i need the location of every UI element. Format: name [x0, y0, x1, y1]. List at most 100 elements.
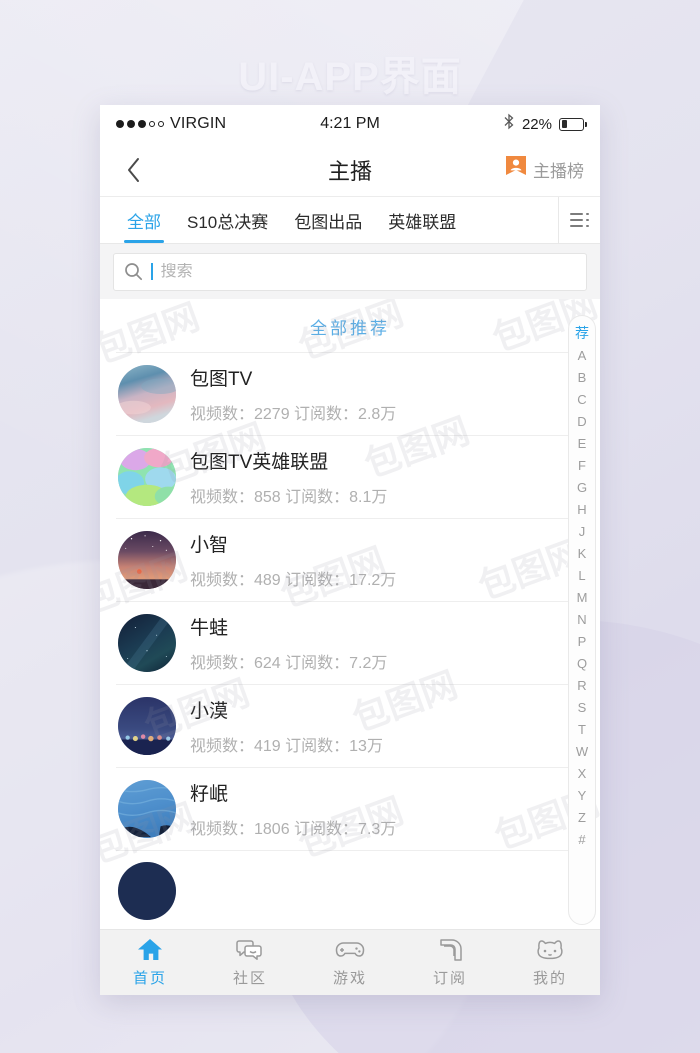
status-bar-time: 4:21 PM: [320, 115, 380, 132]
section-title-all-recommended: 全部推荐: [310, 319, 390, 338]
bluetooth-icon: [503, 113, 515, 135]
index-letter-q[interactable]: Q: [577, 652, 587, 674]
anchor-name: 牛蛙: [190, 618, 229, 639]
bottom-tab-subscriptions[interactable]: 订阅: [400, 937, 500, 988]
avatar: [118, 697, 176, 755]
index-letter-s[interactable]: S: [578, 696, 587, 718]
phone-mockup: VIRGIN 4:21 PM 22% 主播 主播榜 全部 S10总决赛 包图出品…: [100, 105, 600, 995]
list-item[interactable]: 牛蛙 视频数：624 订阅数：7.2万: [116, 601, 584, 684]
anchor-rank-button[interactable]: 主播榜: [505, 155, 584, 184]
list-item[interactable]: [116, 850, 584, 929]
list-item-info: 小智 视频数：489 订阅数：17.2万: [190, 530, 584, 590]
list-item[interactable]: 包图TV英雄联盟 视频数：858 订阅数：8.1万: [116, 435, 584, 518]
index-letter-r[interactable]: R: [577, 674, 586, 696]
gamepad-icon: [335, 937, 365, 963]
search-input[interactable]: [160, 262, 576, 281]
chat-bubbles-icon: [236, 937, 264, 963]
tab-league-of-legends[interactable]: 英雄联盟: [375, 197, 469, 243]
list-item-info: 包图TV 视频数：2279 订阅数：2.8万: [190, 364, 584, 424]
category-tab-bar: 全部 S10总决赛 包图出品 英雄联盟: [100, 197, 600, 244]
bottom-tab-games[interactable]: 游戏: [300, 937, 400, 988]
anchor-name: [190, 867, 584, 889]
list-item-info: 小漠 视频数：419 订阅数：13万: [190, 696, 584, 756]
anchor-name: 包图TV: [190, 369, 253, 390]
tab-baotu-production[interactable]: 包图出品: [281, 197, 375, 243]
search-text-caret: [151, 263, 153, 280]
anchor-name: 籽岷: [190, 784, 229, 805]
cat-face-icon: [535, 937, 565, 963]
list-item-info: [190, 867, 584, 916]
nav-bar: 主播 主播榜: [100, 143, 600, 197]
anchor-stats: 视频数：2279 订阅数：2.8万: [190, 406, 397, 423]
index-letter-hash[interactable]: #: [578, 828, 585, 850]
carrier-name: VIRGIN: [170, 115, 227, 132]
chevron-left-icon: [127, 157, 139, 182]
index-letter-t[interactable]: T: [578, 718, 586, 740]
status-bar-left: VIRGIN: [116, 115, 320, 133]
index-letter-p[interactable]: P: [578, 630, 587, 652]
index-letter-j[interactable]: J: [579, 520, 586, 542]
list-item[interactable]: 小智 视频数：489 订阅数：17.2万: [116, 518, 584, 601]
index-letter-x[interactable]: X: [578, 762, 587, 784]
avatar-image-night-city: [118, 697, 176, 755]
avatar: [118, 862, 176, 920]
bottom-tab-community[interactable]: 社区: [200, 937, 300, 988]
anchor-stats: 视频数：489 订阅数：17.2万: [190, 572, 397, 589]
anchor-name: 包图TV英雄联盟: [190, 452, 329, 473]
index-letter-g[interactable]: G: [577, 476, 587, 498]
index-letter-b[interactable]: B: [578, 366, 587, 388]
bottom-tab-profile[interactable]: 我的: [500, 937, 600, 988]
list-menu-icon: [570, 212, 589, 228]
index-letter-z[interactable]: Z: [578, 806, 586, 828]
search-bar: [100, 244, 600, 299]
index-letter-recommend[interactable]: 荐: [575, 321, 589, 344]
anchor-name: 小漠: [190, 701, 229, 722]
index-letter-d[interactable]: D: [577, 410, 586, 432]
anchor-rank-label: 主播榜: [533, 162, 584, 181]
status-bar-right: 22%: [380, 113, 587, 135]
list-item[interactable]: 小漠 视频数：419 订阅数：13万: [116, 684, 584, 767]
bottom-tab-label: 订阅: [432, 970, 467, 987]
search-box[interactable]: [113, 252, 587, 291]
category-tabs-scroll[interactable]: 全部 S10总决赛 包图出品 英雄联盟: [100, 197, 558, 243]
anchor-stats: 视频数：858 订阅数：8.1万: [190, 489, 388, 506]
index-letter-k[interactable]: K: [578, 542, 587, 564]
battery-percent: 22%: [521, 115, 552, 133]
bottom-tab-home[interactable]: 首页: [100, 937, 200, 988]
status-bar: VIRGIN 4:21 PM 22%: [100, 105, 600, 143]
list-item-info: 籽岷 视频数：1806 订阅数：7.3万: [190, 779, 584, 839]
list-item[interactable]: 籽岷 视频数：1806 订阅数：7.3万: [116, 767, 584, 850]
index-letter-y[interactable]: Y: [578, 784, 587, 806]
bottom-tab-label: 游戏: [332, 970, 367, 987]
bottom-tab-bar: 首页 社区 游戏 订阅 我的: [100, 929, 600, 995]
subscribe-icon: [438, 937, 463, 963]
index-letter-f[interactable]: F: [578, 454, 586, 476]
avatar: [118, 448, 176, 506]
index-letter-c[interactable]: C: [577, 388, 586, 410]
avatar-image-dusk-sunset: [118, 531, 176, 589]
anchor-stats: 视频数：1806 订阅数：7.3万: [190, 821, 397, 838]
anchor-stats: [190, 898, 584, 916]
tabs-more-button[interactable]: [558, 197, 600, 243]
index-letter-n[interactable]: N: [577, 608, 586, 630]
avatar: [118, 365, 176, 423]
signal-strength-icon: [116, 120, 164, 128]
anchor-list[interactable]: 全部推荐 包图TV 视频数：2279 订阅数：2.8万 包图TV英雄联盟 视频数…: [100, 299, 600, 929]
anchor-name: 小智: [190, 535, 229, 556]
index-letter-e[interactable]: E: [578, 432, 587, 454]
index-letter-m[interactable]: M: [577, 586, 588, 608]
index-letter-h[interactable]: H: [577, 498, 586, 520]
anchor-stats: 视频数：624 订阅数：7.2万: [190, 655, 388, 672]
list-item[interactable]: 包图TV 视频数：2279 订阅数：2.8万: [116, 352, 584, 435]
back-button[interactable]: [116, 153, 150, 187]
alphabet-index-bar[interactable]: 荐 A B C D E F G H J K L M N P Q R S T W …: [568, 315, 596, 925]
page-title: UI-APP界面: [238, 55, 462, 99]
tab-s10-finals[interactable]: S10总决赛: [174, 197, 281, 243]
tab-all[interactable]: 全部: [114, 197, 174, 243]
index-letter-a[interactable]: A: [578, 344, 587, 366]
anchor-stats: 视频数：419 订阅数：13万: [190, 738, 383, 755]
avatar-image-pastel-sky: [118, 365, 176, 423]
index-letter-w[interactable]: W: [576, 740, 588, 762]
avatar: [118, 780, 176, 838]
index-letter-l[interactable]: L: [578, 564, 585, 586]
